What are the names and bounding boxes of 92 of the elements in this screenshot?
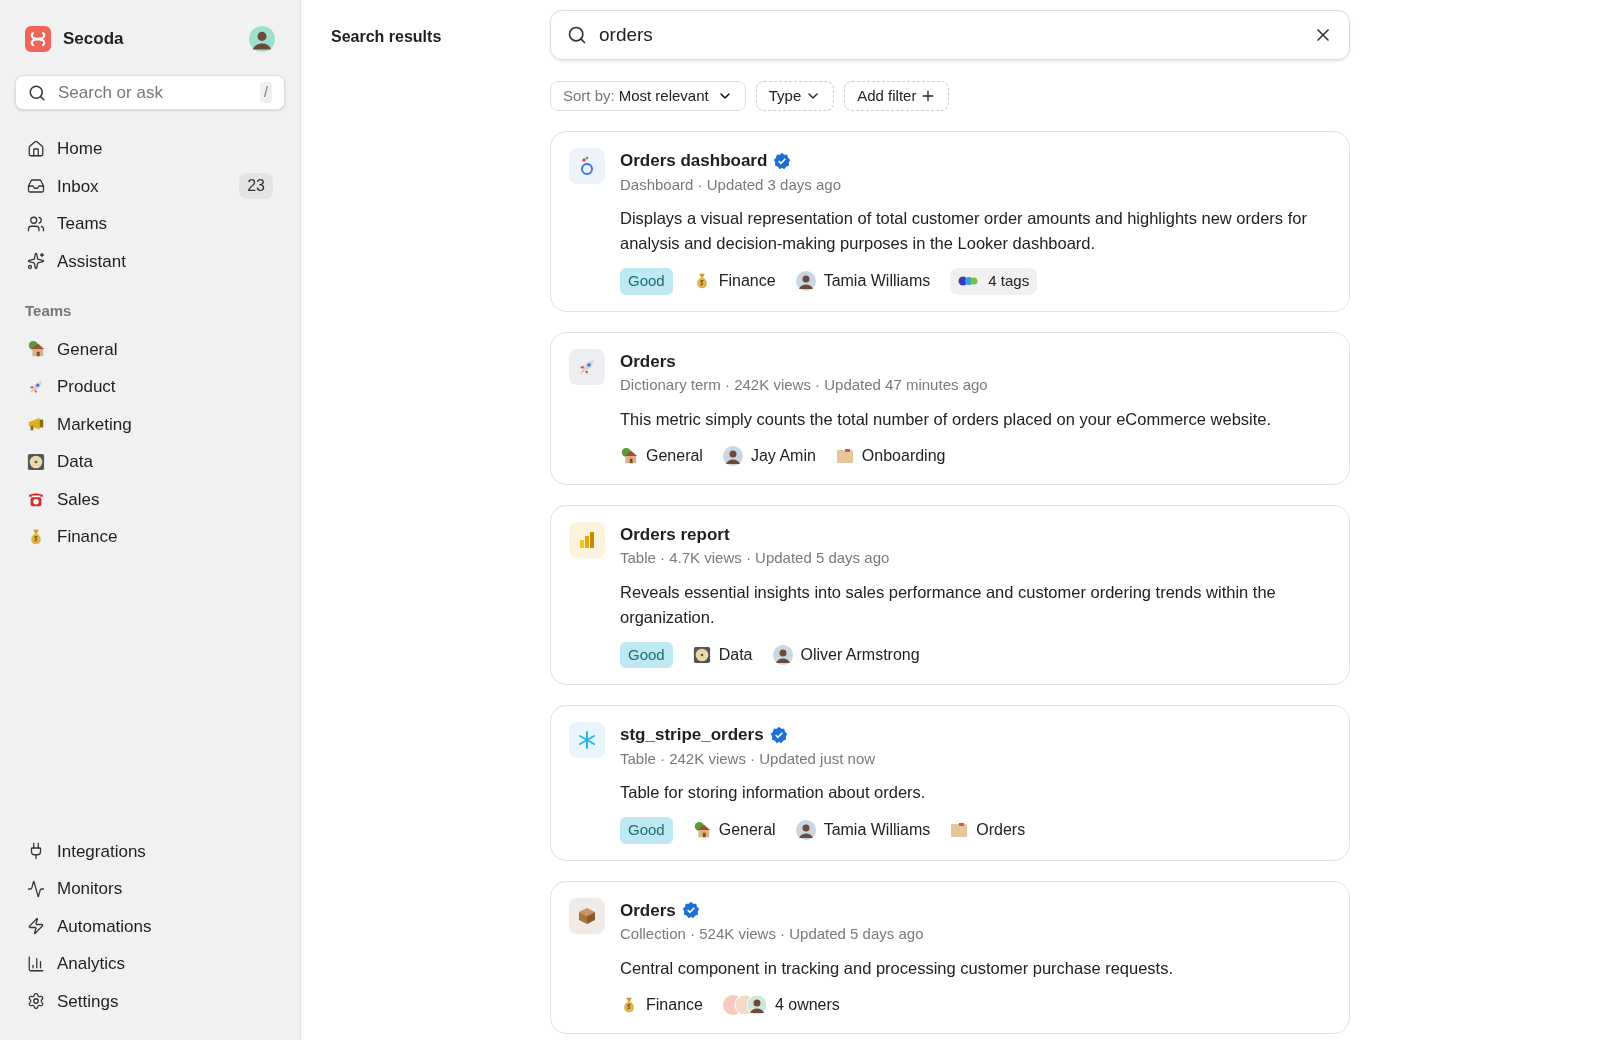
sidebar-nav-item[interactable]: Settings [0, 982, 300, 1020]
bar-chart-logo-icon [569, 521, 605, 558]
page-title: Search results [331, 27, 443, 47]
disc-icon [692, 645, 711, 664]
avatar-icon [249, 26, 275, 52]
sidebar-nav-item[interactable]: Product [0, 368, 300, 406]
type-filter-dropdown[interactable]: Type [755, 81, 835, 111]
disc-icon [27, 452, 45, 471]
search-input[interactable]: orders [599, 20, 1301, 50]
result-meta: Table · 242K views · Updated just now [620, 748, 877, 769]
result-description: Table for storing information about orders. [620, 782, 927, 803]
team-label: Data [718, 644, 753, 665]
result-title: Orders [620, 899, 676, 922]
settings-icon [27, 992, 45, 1011]
owner-name: Tamia Williams [823, 820, 931, 841]
avatar-icon [795, 271, 816, 292]
result-description: Central component in tracking and processing customer purchase requests. [620, 957, 1175, 979]
search-field[interactable]: Search or ask / [15, 75, 285, 110]
sidebar-nav-item[interactable]: Automations [0, 907, 300, 945]
status-badge: Good [620, 268, 673, 295]
sidebar-nav-item[interactable]: Integrations [0, 832, 300, 870]
result-card[interactable]: Orders Collection · 524K views · Updated 5 days ago Central component in tracking and processing customer purchase requests. Finance 4 owners [550, 880, 1350, 1034]
sidebar-nav-item[interactable]: Marketing [0, 405, 300, 443]
status-badge: Good [620, 817, 673, 844]
result-meta: Collection · 524K views · Updated 5 days ago [620, 924, 925, 944]
sidebar-nav-item[interactable]: Sales [0, 480, 300, 518]
people-icon [27, 214, 45, 233]
sidebar-nav-item[interactable]: Analytics [0, 945, 300, 983]
sparkles-icon [27, 252, 45, 271]
result-card[interactable]: stg_stripe_orders Table · 242K views · Updated just now Table for storing information about orders. Good General Tamia Williams Orders [550, 705, 1350, 861]
result-card[interactable]: Orders report Table · 4.7K views · Updated 5 days ago Reveals essential insights into sales performance and customer ordering trends within the organization. Good Data Oliver Armstrong [550, 504, 1350, 685]
sidebar-nav-item[interactable]: Assistant [0, 242, 300, 280]
result-description: Reveals essential insights into sales performance and customer ordering trends within the organization. [620, 581, 1277, 628]
package-icon [569, 897, 605, 934]
search-input[interactable]: Search or ask [58, 79, 249, 106]
count-badge: 23 [239, 173, 273, 200]
house-tree-icon [620, 446, 638, 465]
avatar-icon [772, 644, 793, 665]
sidebar-nav-item[interactable]: Teams [0, 205, 300, 243]
sidebar-nav-item[interactable]: Home [0, 130, 300, 168]
team-label: Finance [646, 994, 703, 1015]
ring-logo-icon [569, 148, 605, 184]
app-logo-icon [25, 26, 51, 52]
sidebar-nav-item[interactable]: General [0, 330, 300, 368]
folder-icon [950, 822, 969, 839]
result-description: Displays a visual representation of total customer order amounts and highlights new orders for analysis and decision-making purposes in the Looker dashboard. [620, 208, 1308, 254]
result-title: stg_stripe_orders [620, 724, 764, 746]
team-label: General [718, 820, 776, 841]
owner-name: Oliver Armstrong [800, 644, 920, 665]
sidebar-nav-item[interactable]: Data [0, 443, 300, 481]
pulse-icon [27, 879, 45, 898]
inbox-icon [27, 177, 45, 196]
search-field[interactable]: orders [550, 10, 1350, 60]
team-label: Finance [718, 271, 776, 292]
team-label: General [646, 445, 703, 466]
brand-name: Secoda [63, 28, 125, 51]
collection-label: Onboarding [861, 445, 946, 466]
result-title: Orders report [620, 523, 730, 546]
add-filter-button[interactable]: Add filter [844, 81, 950, 111]
house-tree-icon [692, 821, 711, 840]
avatar-icon [795, 820, 816, 841]
sort-dropdown[interactable]: Sort by: Most relevant [550, 81, 746, 111]
search-icon [567, 25, 587, 45]
owners-count: 4 owners [774, 994, 840, 1015]
sidebar-nav-item[interactable]: Monitors [0, 870, 300, 908]
search-icon [28, 83, 46, 102]
sidebar-nav-item[interactable]: Inbox 23 [0, 167, 300, 205]
result-meta: Dictionary term · 242K views · Updated 47 minutes ago [620, 375, 989, 395]
result-meta: Dashboard · Updated 3 days ago [620, 174, 842, 195]
section-heading: Teams [24, 301, 73, 321]
bar-chart-icon [27, 954, 45, 973]
snowflake-icon [569, 722, 605, 758]
home-icon [27, 139, 45, 158]
result-card[interactable]: Orders Dictionary term · 242K views · Updated 47 minutes ago This metric simply counts the total number of orders placed on your eCommerce website. General Jay Amin Onboarding [550, 331, 1350, 485]
result-title: Orders [620, 350, 676, 373]
shortcut-key: / [260, 82, 272, 103]
result-description: This metric simply counts the total number of orders placed on your eCommerce website. [620, 408, 1273, 430]
owner-name: Jay Amin [750, 445, 816, 466]
status-badge: Good [620, 641, 673, 668]
owner-name: Tamia Williams [823, 271, 931, 292]
sidebar-nav-item[interactable]: Finance [0, 518, 300, 556]
result-meta: Table · 4.7K views · Updated 5 days ago [620, 548, 891, 568]
result-title: Orders dashboard [620, 150, 768, 172]
stacked-avatars-icon [722, 994, 767, 1015]
avatar-icon [722, 445, 743, 466]
house-tree-icon [27, 340, 45, 359]
lightning-icon [27, 917, 45, 936]
collection-label: Orders [976, 820, 1026, 841]
user-avatar[interactable] [249, 26, 275, 52]
result-card[interactable] [550, 131, 1350, 312]
tags-pill: 4 tags [950, 268, 1038, 295]
folder-icon [835, 447, 854, 464]
